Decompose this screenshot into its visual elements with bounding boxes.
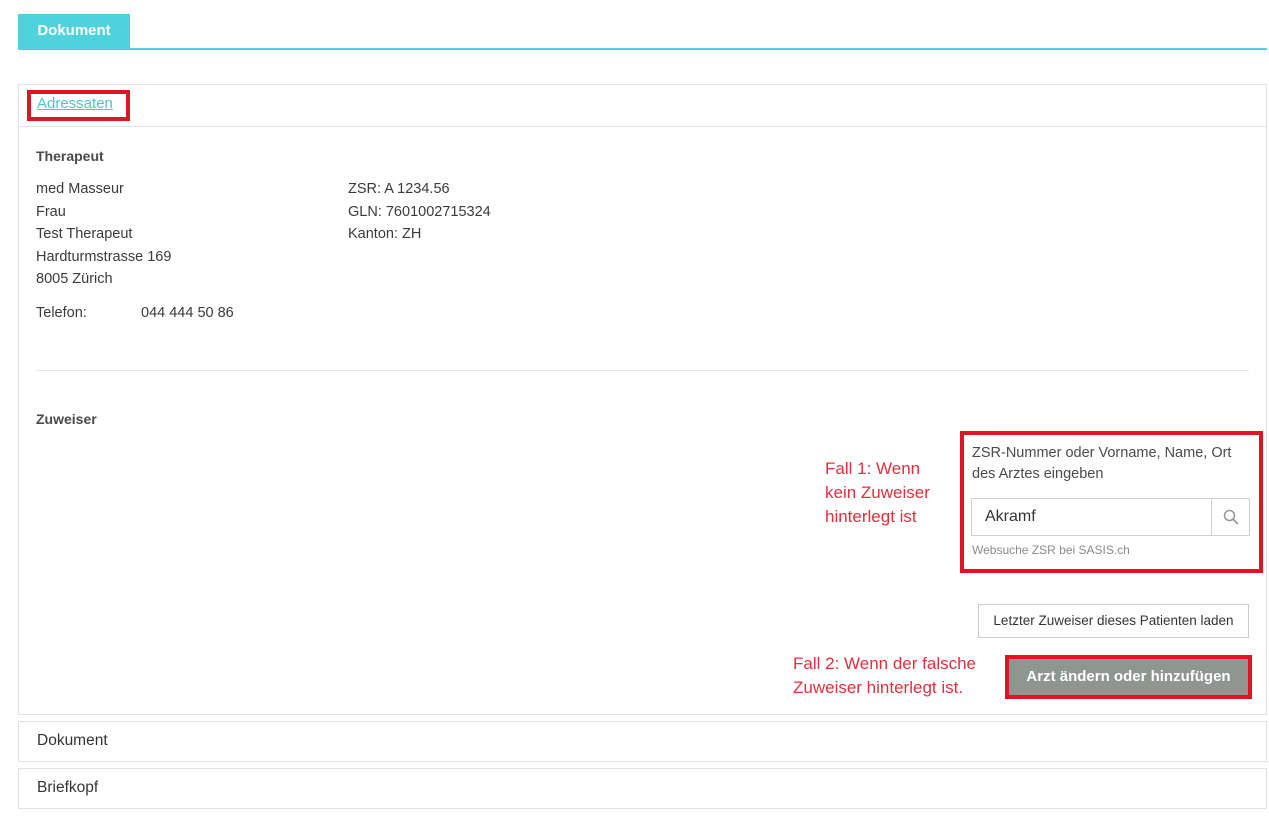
- zuweiser-heading: Zuweiser: [36, 411, 97, 427]
- adressaten-panel: Adressaten Therapeut med Masseur Frau Te…: [18, 84, 1267, 715]
- annotation-fall-2: Fall 2: Wenn der falsche Zuweiser hinter…: [793, 654, 976, 697]
- kanton: Kanton: ZH: [348, 226, 422, 242]
- tab-bar: Dokument: [18, 14, 1267, 50]
- therapeut-address: med Masseur Frau Test Therapeut Hardturm…: [36, 178, 171, 291]
- zuweiser-search-input[interactable]: [972, 499, 1212, 535]
- dokument-section-title: Dokument: [37, 732, 108, 749]
- search-field: [971, 498, 1250, 536]
- search-button[interactable]: [1211, 499, 1249, 535]
- therapeut-ids: ZSR: A 1234.56 GLN: 7601002715324 Kanton…: [348, 178, 491, 246]
- load-last-zuweiser-button[interactable]: Letzter Zuweiser dieses Patienten laden: [978, 604, 1249, 638]
- therapeut-line: Test Therapeut: [36, 226, 133, 242]
- section-divider: [36, 370, 1249, 371]
- therapeut-line: med Masseur: [36, 181, 124, 197]
- search-icon: [1223, 509, 1238, 525]
- gln-number: GLN: 7601002715324: [348, 203, 491, 220]
- adressaten-header: Adressaten: [19, 85, 1266, 127]
- adressaten-link[interactable]: Adressaten: [37, 95, 113, 112]
- phone-value: 044 444 50 86: [141, 305, 234, 321]
- phone-label: Telefon:: [36, 305, 87, 321]
- annotation-fall-1: Fall 1: Wenn kein Zuweiser hinterlegt is…: [825, 459, 930, 526]
- zuweiser-search-box: ZSR-Nummer oder Vorname, Name, Ort des A…: [960, 431, 1263, 573]
- therapeut-line: Hardturmstrasse 169: [36, 248, 172, 265]
- briefkopf-section-title: Briefkopf: [37, 779, 99, 796]
- change-doctor-button[interactable]: Arzt ändern oder hinzufügen: [1009, 659, 1248, 695]
- therapeut-line: Frau: [36, 203, 66, 220]
- sasis-websearch-link[interactable]: Websuche ZSR bei SASIS.ch: [972, 543, 1130, 557]
- zsr-number: ZSR: A 1234.56: [348, 181, 450, 197]
- dokument-section[interactable]: Dokument: [18, 721, 1267, 762]
- therapeut-heading: Therapeut: [36, 148, 104, 164]
- search-label: ZSR-Nummer oder Vorname, Name, Ort des A…: [972, 445, 1232, 482]
- briefkopf-section[interactable]: Briefkopf: [18, 768, 1267, 809]
- therapeut-line: 8005 Zürich: [36, 271, 113, 287]
- tab-dokument[interactable]: Dokument: [18, 14, 130, 48]
